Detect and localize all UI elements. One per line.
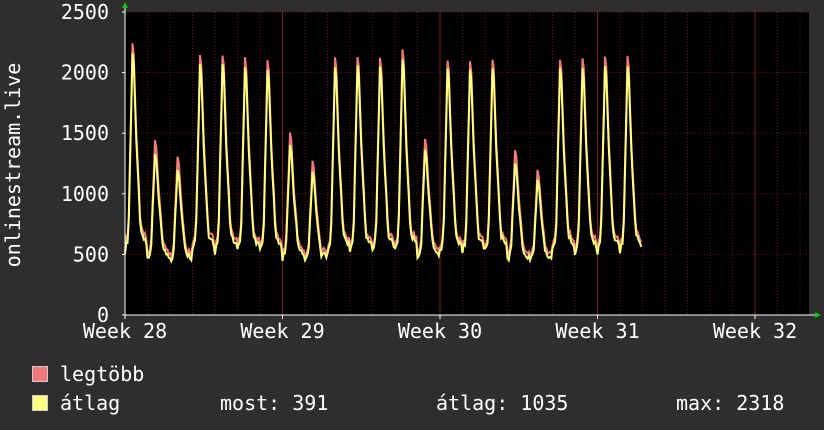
x-tick-label: Week 31 bbox=[555, 319, 639, 343]
legend-swatch-max bbox=[32, 366, 48, 382]
stat-average: átlag: 1035 bbox=[436, 391, 569, 415]
y-tick-label: 1000 bbox=[61, 182, 109, 206]
y-tick-label: 2500 bbox=[61, 0, 109, 24]
x-tick-labels: Week 28 Week 29 Week 30 Week 31 Week 32 bbox=[83, 315, 797, 343]
legend-label-avg: átlag bbox=[60, 391, 121, 415]
stat-maximum: max: 2318 bbox=[676, 391, 785, 415]
stat-current: most: 391 bbox=[220, 391, 329, 415]
y-tick-labels: 05001000150020002500 bbox=[61, 0, 125, 327]
x-tick-label: Week 30 bbox=[398, 319, 482, 343]
x-tick-label: Week 29 bbox=[240, 319, 324, 343]
chart: 05001000150020002500 Week 28 Week 29 Week … bbox=[1, 0, 821, 343]
x-axis-arrow bbox=[815, 312, 821, 318]
x-tick-label: Week 32 bbox=[713, 319, 797, 343]
legend-swatch-avg bbox=[32, 395, 48, 411]
y-tick-label: 500 bbox=[73, 242, 109, 266]
y-axis-label: onlinestream.live bbox=[1, 63, 25, 268]
y-tick-label: 2000 bbox=[61, 61, 109, 85]
legend-label-max: legtöbb bbox=[60, 362, 145, 386]
y-tick-label: 1500 bbox=[61, 121, 109, 145]
y-axis-arrow bbox=[122, 2, 128, 8]
x-tick-label: Week 28 bbox=[83, 319, 167, 343]
